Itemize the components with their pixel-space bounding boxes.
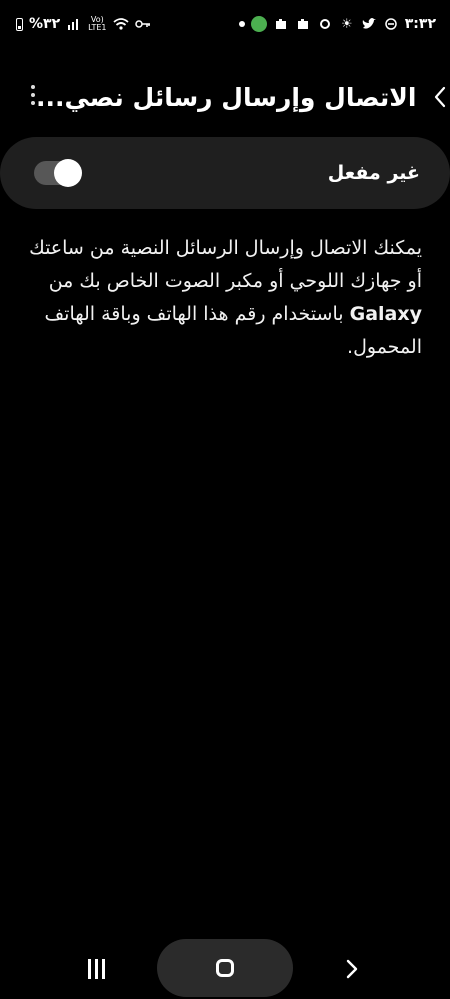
page-title: الاتصال وإرسال رسائل نصي...	[36, 82, 417, 112]
sun-icon: ☀	[340, 16, 353, 32]
puzzle-icon-2	[295, 16, 311, 32]
circle-icon	[317, 16, 333, 32]
battery-percent: %٣٢	[29, 16, 61, 32]
recents-icon-bar	[102, 959, 105, 979]
master-toggle-row[interactable]: غير مفعل	[0, 137, 450, 209]
battery-icon	[16, 17, 23, 31]
recents-button[interactable]	[88, 959, 112, 979]
home-button[interactable]	[157, 939, 293, 997]
header-right: الاتصال وإرسال رسائل نصي...	[36, 83, 450, 112]
header: الاتصال وإرسال رسائل نصي...	[0, 72, 450, 122]
description-brand: Galaxy	[349, 303, 422, 325]
chevron-back-icon	[435, 86, 446, 108]
status-left: %٣٢ Vo) LTE1	[16, 16, 151, 32]
recents-icon-bar	[88, 959, 91, 979]
toggle-knob	[54, 159, 82, 187]
toggle-label: غير مفعل	[327, 162, 420, 184]
back-arrow-icon	[346, 959, 358, 979]
puzzle-icon	[273, 16, 289, 32]
description-part-1: يمكنك الاتصال وإرسال الرسائل النصية من س…	[29, 237, 422, 292]
network-type: Vo) LTE1	[88, 15, 107, 32]
twitter-icon	[361, 16, 377, 32]
navigation-bar	[0, 937, 450, 999]
recents-icon-bar	[95, 959, 98, 979]
signal-icon	[66, 16, 82, 32]
toggle-switch[interactable]	[34, 159, 82, 187]
app-notification-icon	[250, 16, 267, 32]
status-time: ٣:٣٢	[404, 16, 436, 32]
nav-back-button[interactable]	[342, 959, 362, 979]
home-icon	[216, 959, 234, 977]
notification-dot-icon	[238, 21, 245, 27]
dnd-icon	[383, 16, 399, 32]
description-text: يمكنك الاتصال وإرسال الرسائل النصية من س…	[28, 232, 422, 364]
back-button[interactable]	[428, 85, 450, 109]
status-bar: %٣٢ Vo) LTE1 ☀ ٣:٣٢	[0, 0, 450, 48]
key-icon	[134, 16, 151, 32]
status-right: ☀ ٣:٣٢	[238, 16, 436, 32]
wifi-icon	[112, 16, 129, 32]
